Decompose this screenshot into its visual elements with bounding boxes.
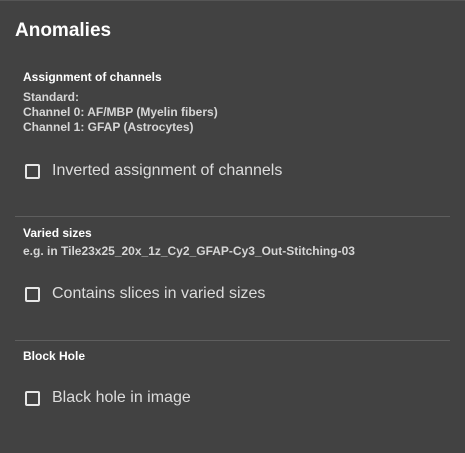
channels-section: Assignment of channels Standard: Channel… <box>23 70 465 135</box>
divider <box>15 216 450 217</box>
sizes-example-text: e.g. in Tile23x25_20x_1z_Cy2_GFAP-Cy3_Ou… <box>23 244 355 258</box>
inverted-channels-label[interactable]: Inverted assignment of channels <box>52 161 282 181</box>
channel-0-text: Channel 0: AF/MBP (Myelin fibers) <box>23 105 218 119</box>
varied-sizes-checkbox[interactable] <box>25 286 40 302</box>
channels-standard-text: Standard: <box>23 90 80 104</box>
channels-heading: Assignment of channels <box>23 70 162 84</box>
inverted-channels-option[interactable]: Inverted assignment of channels <box>25 161 282 181</box>
panel-title: Anomalies <box>15 20 112 41</box>
black-hole-option[interactable]: Black hole in image <box>25 388 191 408</box>
divider <box>15 340 450 341</box>
varied-sizes-label[interactable]: Contains slices in varied sizes <box>52 284 265 304</box>
black-hole-label[interactable]: Black hole in image <box>52 388 191 408</box>
inverted-channels-checkbox[interactable] <box>25 163 40 179</box>
sizes-section: Varied sizes e.g. in Tile23x25_20x_1z_Cy… <box>23 226 465 259</box>
black-hole-checkbox[interactable] <box>25 390 40 406</box>
sizes-heading: Varied sizes <box>23 226 92 240</box>
hole-section: Block Hole <box>23 349 465 364</box>
varied-sizes-option[interactable]: Contains slices in varied sizes <box>25 284 265 304</box>
hole-heading: Block Hole <box>23 349 86 363</box>
channel-1-text: Channel 1: GFAP (Astrocytes) <box>23 120 194 134</box>
anomalies-panel: Anomalies Assignment of channels Standar… <box>0 0 465 453</box>
